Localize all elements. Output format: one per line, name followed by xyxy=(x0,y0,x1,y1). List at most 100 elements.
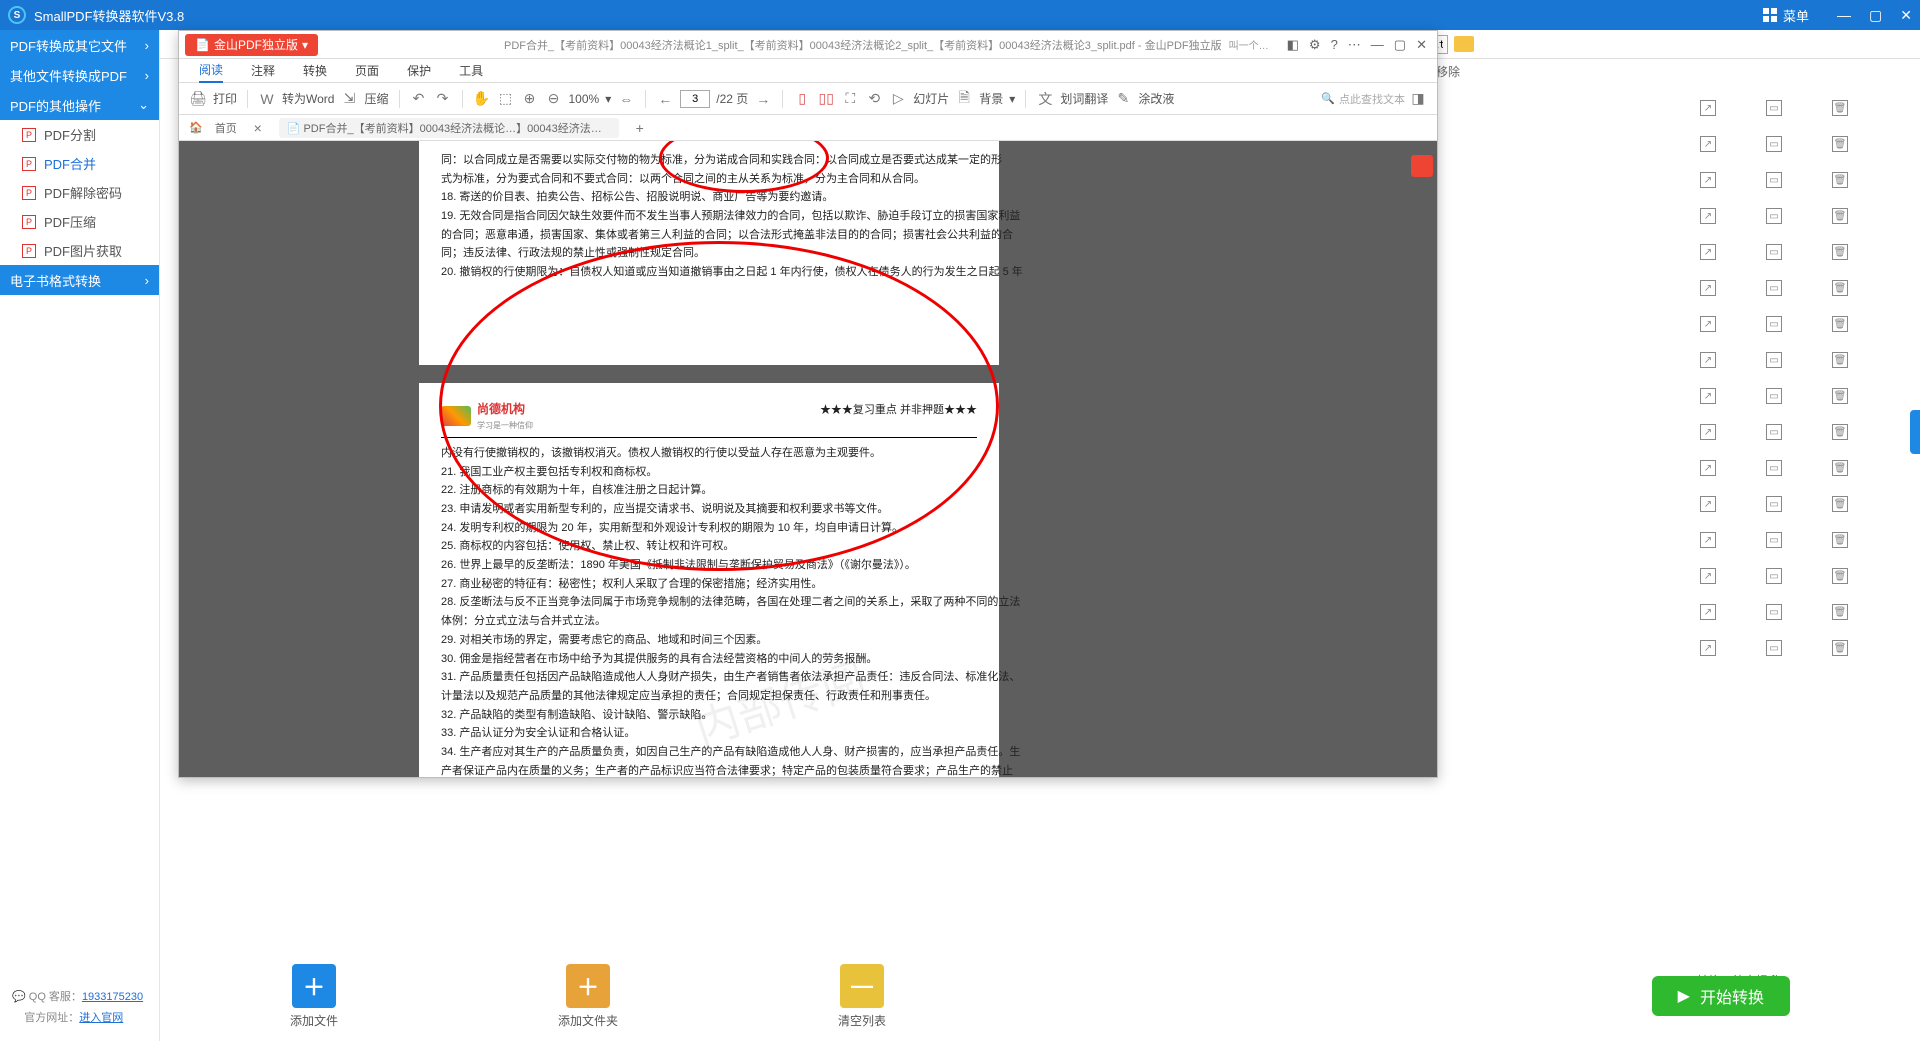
menu-page[interactable]: 页面 xyxy=(355,62,379,79)
maximize-button[interactable]: ▢ xyxy=(1869,7,1882,24)
open-icon[interactable]: ↗ xyxy=(1700,604,1716,620)
open-icon[interactable]: ↗ xyxy=(1700,208,1716,224)
home-tab[interactable]: 首页 xyxy=(215,120,237,136)
output-icon[interactable]: ▭ xyxy=(1766,496,1782,512)
sidebar-item-split[interactable]: PPDF分割 xyxy=(0,120,159,149)
output-icon[interactable]: ▭ xyxy=(1766,352,1782,368)
open-icon[interactable]: ↗ xyxy=(1700,640,1716,656)
pdf-minimize-button[interactable]: — xyxy=(1371,37,1384,53)
delete-icon[interactable]: 🗑 xyxy=(1832,352,1848,368)
delete-icon[interactable]: 🗑 xyxy=(1832,532,1848,548)
open-icon[interactable]: ↗ xyxy=(1700,460,1716,476)
pdf-maximize-button[interactable]: ▢ xyxy=(1394,37,1406,53)
mini-tab[interactable]: 叫一个… xyxy=(1229,37,1269,52)
menu-protect[interactable]: 保护 xyxy=(407,62,431,79)
output-icon[interactable]: ▭ xyxy=(1766,208,1782,224)
open-icon[interactable]: ↗ xyxy=(1700,532,1716,548)
delete-icon[interactable]: 🗑 xyxy=(1832,136,1848,152)
start-convert-button[interactable]: ▶开始转换 xyxy=(1652,976,1790,1016)
new-tab-icon[interactable]: + xyxy=(631,119,649,137)
word-icon[interactable]: W xyxy=(258,90,276,108)
more-icon[interactable]: ⋯ xyxy=(1348,37,1361,53)
single-page-icon[interactable]: ▯ xyxy=(793,90,811,108)
pdf-canvas[interactable]: 同：以合同成立是否需要以实际交付物的物为标准，分为诺成合同和实践合同：以合同成立… xyxy=(179,141,1437,777)
zoom-out-icon[interactable]: ⊖ xyxy=(545,90,563,108)
zoom-in-icon[interactable]: ⊕ xyxy=(521,90,539,108)
open-icon[interactable]: ↗ xyxy=(1700,280,1716,296)
pdf-app-button[interactable]: 📄金山PDF独立版▾ xyxy=(185,34,318,56)
home-icon[interactable]: 🏠 xyxy=(189,121,203,134)
sidebar-item-unlock[interactable]: PPDF解除密码 xyxy=(0,178,159,207)
fullscreen-icon[interactable]: ⛶ xyxy=(841,90,859,108)
prev-page-icon[interactable]: ← xyxy=(656,90,674,108)
open-icon[interactable]: ↗ xyxy=(1700,316,1716,332)
document-tab[interactable]: 📄 PDF合并_【考前资料】00043经济法概论…】00043经济法概论3_sp… xyxy=(279,118,619,138)
open-icon[interactable]: ↗ xyxy=(1700,244,1716,260)
add-folder-button[interactable]: ＋添加文件夹 xyxy=(558,964,618,1029)
delete-icon[interactable]: 🗑 xyxy=(1832,424,1848,440)
undo-icon[interactable]: ↶ xyxy=(410,90,428,108)
output-icon[interactable]: ▭ xyxy=(1766,316,1782,332)
minimize-button[interactable]: — xyxy=(1837,7,1851,24)
browse-folder-button[interactable] xyxy=(1454,36,1474,52)
output-icon[interactable]: ▭ xyxy=(1766,568,1782,584)
chevron-down-icon[interactable]: ▾ xyxy=(605,92,611,106)
panel-icon[interactable]: ◨ xyxy=(1409,90,1427,108)
sidebar-group-ebook[interactable]: 电子书格式转换› xyxy=(0,265,159,295)
open-icon[interactable]: ↗ xyxy=(1700,424,1716,440)
redo-icon[interactable]: ↷ xyxy=(434,90,452,108)
sidebar-group-pdf-ops[interactable]: PDF的其他操作⌄ xyxy=(0,90,159,120)
output-icon[interactable]: ▭ xyxy=(1766,172,1782,188)
output-icon[interactable]: ▭ xyxy=(1766,244,1782,260)
open-icon[interactable]: ↗ xyxy=(1700,172,1716,188)
doc-tab-title[interactable]: PDF合并_【考前资料】00043经济法概论1_split_【考前资料】0004… xyxy=(504,37,1222,53)
open-icon[interactable]: ↗ xyxy=(1700,568,1716,584)
delete-icon[interactable]: 🗑 xyxy=(1832,208,1848,224)
menu-annotate[interactable]: 注释 xyxy=(251,62,275,79)
output-icon[interactable]: ▭ xyxy=(1766,460,1782,476)
delete-icon[interactable]: 🗑 xyxy=(1832,244,1848,260)
output-icon[interactable]: ▭ xyxy=(1766,280,1782,296)
settings-icon[interactable]: ⚙ xyxy=(1309,37,1321,53)
search-icon[interactable]: 🔍 xyxy=(1321,92,1335,105)
rotate-icon[interactable]: ⟲ xyxy=(865,90,883,108)
delete-icon[interactable]: 🗑 xyxy=(1832,496,1848,512)
open-icon[interactable]: ↗ xyxy=(1700,100,1716,116)
print-icon[interactable]: 🖨 xyxy=(189,90,207,108)
delete-icon[interactable]: 🗑 xyxy=(1832,604,1848,620)
qq-link[interactable]: 1933175230 xyxy=(82,991,143,1003)
output-icon[interactable]: ▭ xyxy=(1766,100,1782,116)
fit-width-icon[interactable]: ⇔ xyxy=(617,90,635,108)
skin-icon[interactable]: ◧ xyxy=(1287,37,1299,53)
official-site-link[interactable]: 进入官网 xyxy=(79,1012,123,1024)
hand-icon[interactable]: ✋ xyxy=(473,90,491,108)
sidebar-item-extract-images[interactable]: PPDF图片获取 xyxy=(0,236,159,265)
select-icon[interactable]: ⬚ xyxy=(497,90,515,108)
menu-read[interactable]: 阅读 xyxy=(199,59,223,83)
menu-convert[interactable]: 转换 xyxy=(303,62,327,79)
output-icon[interactable]: ▭ xyxy=(1766,388,1782,404)
compress-icon[interactable]: ⇲ xyxy=(340,90,358,108)
app-menu-button[interactable]: 菜单 xyxy=(1753,6,1819,25)
sidebar-item-compress[interactable]: PPDF压缩 xyxy=(0,207,159,236)
sidebar-group-other-to-pdf[interactable]: 其他文件转换成PDF› xyxy=(0,60,159,90)
add-file-button[interactable]: ＋添加文件 xyxy=(290,964,338,1029)
pdf-close-button[interactable]: ✕ xyxy=(1416,37,1427,53)
delete-icon[interactable]: 🗑 xyxy=(1832,640,1848,656)
background-icon[interactable]: 🗎 xyxy=(955,90,973,108)
search-placeholder[interactable]: 点此查找文本 xyxy=(1339,91,1405,107)
menu-tools[interactable]: 工具 xyxy=(459,62,483,79)
zoom-value[interactable]: 100% xyxy=(569,92,600,106)
delete-icon[interactable]: 🗑 xyxy=(1832,280,1848,296)
delete-icon[interactable]: 🗑 xyxy=(1832,172,1848,188)
open-icon[interactable]: ↗ xyxy=(1700,352,1716,368)
tab-close-icon[interactable]: × xyxy=(249,119,267,137)
page-number-input[interactable] xyxy=(680,90,710,108)
output-icon[interactable]: ▭ xyxy=(1766,424,1782,440)
sidebar-group-pdf-to-other[interactable]: PDF转换成其它文件› xyxy=(0,30,159,60)
delete-icon[interactable]: 🗑 xyxy=(1832,316,1848,332)
help-icon[interactable]: ? xyxy=(1331,37,1338,53)
two-page-icon[interactable]: ▯▯ xyxy=(817,90,835,108)
whiteout-icon[interactable]: ✎ xyxy=(1114,90,1132,108)
next-page-icon[interactable]: → xyxy=(754,90,772,108)
